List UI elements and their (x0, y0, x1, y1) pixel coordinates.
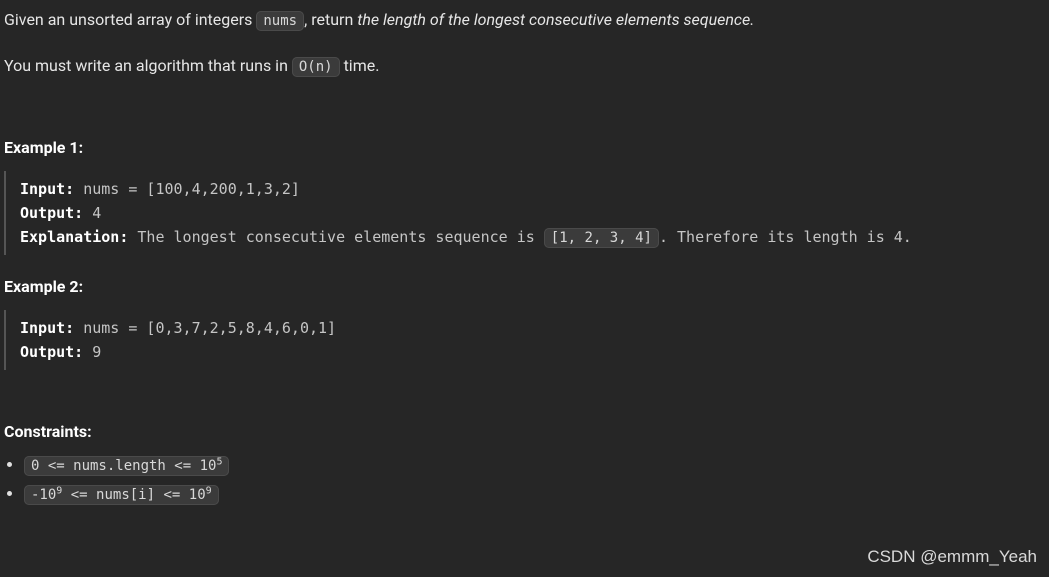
ex1-explanation-code: [1, 2, 3, 4] (544, 228, 659, 248)
description-line-2: You must write an algorithm that runs in… (4, 54, 1045, 78)
constraint-1: 0 <= nums.length <= 105 (24, 455, 1045, 474)
description-line-1: Given an unsorted array of integers nums… (4, 8, 1045, 32)
ex1-input-value: nums = [100,4,200,1,3,2] (74, 180, 300, 198)
ex1-explanation-label: Explanation: (20, 228, 128, 246)
c2-text-a: -10 (31, 487, 56, 503)
desc-text-1: Given an unsorted array of integers (4, 10, 256, 29)
example-1-heading: Example 1: (4, 138, 1045, 157)
ex1-explanation-2: . Therefore its length is 4. (659, 228, 912, 246)
constraints-heading: Constraints: (4, 422, 1045, 441)
constraint-2: -109 <= nums[i] <= 109 (24, 484, 1045, 503)
example-1-block: Input: nums = [100,4,200,1,3,2] Output: … (4, 171, 1045, 255)
constraint-1-code: 0 <= nums.length <= 105 (24, 456, 229, 476)
ex2-input-label: Input: (20, 319, 74, 337)
desc-text-2: , return (304, 10, 357, 29)
example-2-block: Input: nums = [0,3,7,2,5,8,4,6,0,1] Outp… (4, 310, 1045, 370)
desc-italic: the length of the longest consecutive el… (357, 10, 754, 29)
ex1-output-label: Output: (20, 204, 83, 222)
ex1-input-label: Input: (20, 180, 74, 198)
watermark: CSDN @emmm_Yeah (867, 547, 1037, 567)
code-on: O(n) (292, 57, 340, 77)
ex2-output-value: 9 (83, 343, 101, 361)
c1-sup: 5 (216, 457, 222, 468)
c1-text: 0 <= nums.length <= 10 (31, 458, 216, 474)
desc-text-4: time. (340, 56, 380, 75)
ex2-input-value: nums = [0,3,7,2,5,8,4,6,0,1] (74, 319, 336, 337)
c2-sup2: 9 (206, 486, 212, 497)
ex1-output-value: 4 (83, 204, 101, 222)
code-nums: nums (256, 11, 304, 31)
ex2-output-label: Output: (20, 343, 83, 361)
problem-description: Given an unsorted array of integers nums… (0, 0, 1049, 503)
desc-text-3: You must write an algorithm that runs in (4, 56, 292, 75)
constraint-2-code: -109 <= nums[i] <= 109 (24, 485, 219, 505)
ex1-explanation-1: The longest consecutive elements sequenc… (128, 228, 543, 246)
c2-text-b: <= nums[i] <= 10 (62, 487, 205, 503)
constraints-list: 0 <= nums.length <= 105 -10 9 <= nums[i] … (4, 455, 1045, 503)
example-2-heading: Example 2: (4, 277, 1045, 296)
